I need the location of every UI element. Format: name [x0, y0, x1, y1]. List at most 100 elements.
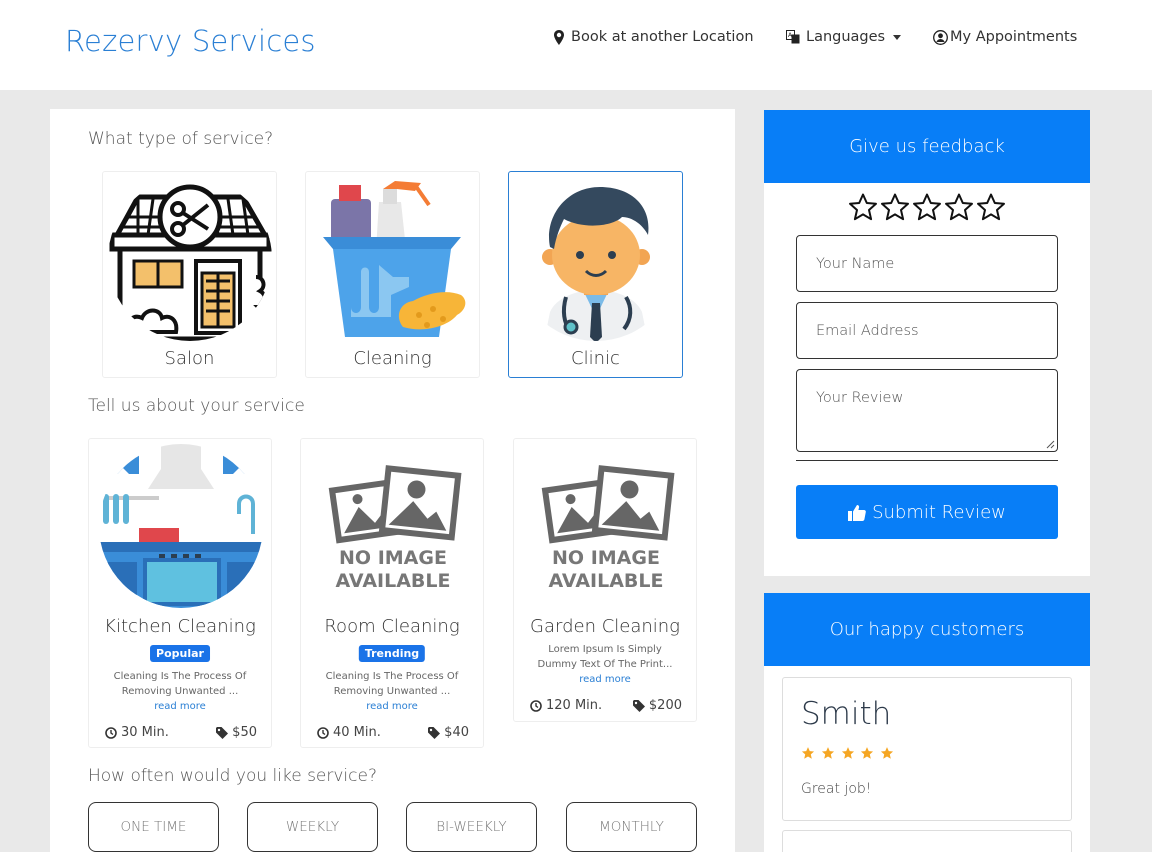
- placeholder-text-line1: NO IMAGE: [552, 547, 660, 569]
- service-meta: 30 Min. $50: [105, 725, 257, 740]
- translate-icon: A: [786, 30, 800, 44]
- clock-icon: [105, 726, 117, 739]
- service-price: $40: [428, 725, 469, 740]
- testimonial-name: Smith: [801, 696, 892, 732]
- thumbs-up-icon: [848, 504, 866, 521]
- service-description: Lorem Ipsum Is Simply Dummy Text Of The …: [537, 644, 673, 670]
- testimonial-card: Smith Great job!: [782, 677, 1072, 821]
- duration-value: 120 Min.: [546, 698, 603, 713]
- resize-handle-icon[interactable]: [1046, 440, 1055, 449]
- star-outline-icon[interactable]: [944, 192, 974, 222]
- placeholder-text-line2: AVAILABLE: [549, 570, 664, 592]
- read-more-link[interactable]: read more: [514, 674, 696, 685]
- price-value: $200: [648, 698, 682, 713]
- duration-value: 30 Min.: [121, 725, 169, 740]
- star-outline-icon[interactable]: [912, 192, 942, 222]
- service-description: Cleaning Is The Process Of Removing Unwa…: [113, 671, 247, 697]
- nav-languages-label: Languages: [806, 29, 886, 45]
- user-circle-icon: [933, 29, 948, 45]
- service-type-cleaning[interactable]: Cleaning: [305, 171, 480, 378]
- clock-icon: [317, 726, 329, 739]
- name-field[interactable]: Your Name: [796, 235, 1058, 292]
- service-type-label: Salon: [164, 348, 215, 369]
- trending-badge: Trending: [358, 645, 426, 662]
- frequency-heading: How often would you like service?: [88, 766, 377, 786]
- duration-value: 40 Min.: [333, 725, 381, 740]
- review-textarea[interactable]: Your Review: [796, 369, 1058, 452]
- submit-review-button[interactable]: Submit Review: [796, 485, 1058, 539]
- star-outline-icon[interactable]: [880, 192, 910, 222]
- star-filled-icon: [801, 747, 815, 759]
- testimonial-rating: [801, 746, 894, 764]
- placeholder-text-line2: AVAILABLE: [336, 570, 451, 592]
- service-price: $200: [632, 698, 682, 713]
- frequency-bi-weekly-button[interactable]: BI-WEEKLY: [406, 802, 537, 852]
- form-divider: [796, 460, 1058, 461]
- service-meta: 120 Min. $200: [530, 698, 682, 713]
- name-placeholder: Your Name: [816, 255, 895, 272]
- tag-icon: [428, 726, 441, 739]
- kitchen-image: [99, 444, 263, 608]
- service-price: $50: [216, 725, 257, 740]
- tag-icon: [216, 726, 229, 739]
- service-card-garden-cleaning[interactable]: NO IMAGE AVAILABLE Garden Cleaning Lorem…: [513, 438, 697, 722]
- email-placeholder: Email Address: [816, 322, 919, 339]
- service-duration: 120 Min.: [530, 698, 602, 713]
- service-card-kitchen-cleaning[interactable]: Kitchen Cleaning Popular Cleaning Is The…: [88, 438, 272, 748]
- star-outline-icon[interactable]: [976, 192, 1006, 222]
- no-image-placeholder: NO IMAGE AVAILABLE: [328, 465, 462, 592]
- nav-book-location-label: Book at another Location: [571, 29, 754, 45]
- customers-title: Our happy customers: [764, 593, 1090, 666]
- salon-icon: [108, 177, 272, 341]
- tag-icon: [632, 699, 645, 712]
- nav-my-appointments-label: My Appointments: [950, 29, 1078, 45]
- submit-review-label: Submit Review: [872, 501, 1006, 523]
- service-duration: 30 Min.: [105, 725, 169, 740]
- read-more-link[interactable]: read more: [89, 701, 271, 712]
- service-duration: 40 Min.: [317, 725, 381, 740]
- top-navbar: Rezervy Services Book at another Locatio…: [0, 0, 1152, 90]
- testimonial-card: [782, 830, 1072, 852]
- service-name: Room Cleaning: [324, 616, 460, 637]
- nav-book-location[interactable]: Book at another Location: [553, 29, 754, 45]
- star-filled-icon: [861, 747, 874, 759]
- frequency-weekly-button[interactable]: WEEKLY: [247, 802, 378, 852]
- feedback-panel: Give us feedback Your Name Email Address…: [764, 110, 1090, 576]
- popular-badge: Popular: [150, 645, 210, 662]
- service-type-heading: What type of service?: [88, 129, 274, 149]
- frequency-monthly-button[interactable]: MONTHLY: [566, 802, 697, 852]
- service-type-label: Cleaning: [353, 348, 432, 369]
- clock-icon: [530, 699, 542, 712]
- booking-panel: What type of service? Salon Cleaning Cli…: [50, 109, 735, 852]
- no-image-placeholder: NO IMAGE AVAILABLE: [541, 465, 675, 592]
- star-filled-icon: [881, 747, 894, 759]
- service-card-room-cleaning[interactable]: NO IMAGE AVAILABLE Room Cleaning Trendin…: [300, 438, 484, 748]
- price-value: $50: [232, 725, 257, 740]
- brand-logo[interactable]: Rezervy Services: [65, 24, 316, 58]
- testimonial-text: Great job!: [801, 781, 872, 797]
- map-pin-icon: [554, 29, 564, 45]
- service-name: Garden Cleaning: [530, 616, 680, 637]
- happy-customers-panel: Our happy customers Smith Great job!: [764, 593, 1090, 852]
- service-detail-heading: Tell us about your service: [88, 396, 305, 416]
- star-filled-icon: [841, 747, 854, 759]
- service-name: Kitchen Cleaning: [104, 616, 256, 637]
- star-filled-icon: [821, 747, 834, 759]
- email-field[interactable]: Email Address: [796, 302, 1058, 359]
- review-placeholder: Your Review: [816, 390, 904, 406]
- placeholder-text-line1: NO IMAGE: [339, 547, 447, 569]
- feedback-title: Give us feedback: [764, 110, 1090, 183]
- service-description: Cleaning Is The Process Of Removing Unwa…: [325, 671, 459, 697]
- star-outline-icon[interactable]: [848, 192, 878, 222]
- frequency-one-time-button[interactable]: ONE TIME: [88, 802, 219, 852]
- cleaning-icon: [323, 181, 466, 337]
- price-value: $40: [444, 725, 469, 740]
- doctor-icon: [542, 187, 650, 341]
- read-more-link[interactable]: read more: [301, 701, 483, 712]
- service-type-salon[interactable]: Salon: [102, 171, 277, 378]
- service-type-clinic[interactable]: Clinic: [508, 171, 683, 378]
- rating-stars[interactable]: [848, 192, 1006, 222]
- service-meta: 40 Min. $40: [317, 725, 469, 740]
- nav-languages-dropdown[interactable]: A Languages: [786, 29, 902, 45]
- nav-my-appointments[interactable]: My Appointments: [933, 29, 1077, 45]
